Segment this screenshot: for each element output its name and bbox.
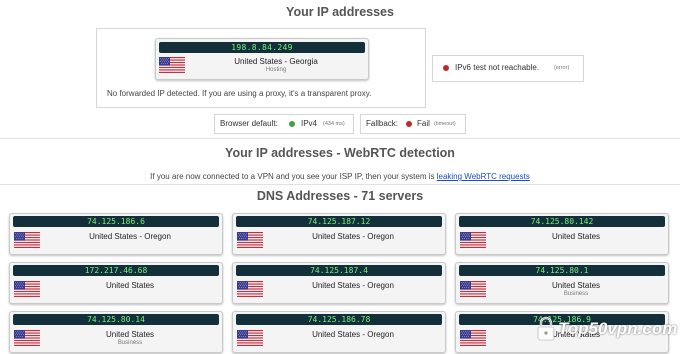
dns-sub: Business (563, 291, 589, 297)
dns-server-card: 74.125.80.1 United States Business (455, 262, 669, 304)
ip-card: 198.8.84.249 United States - Georgia Hos… (155, 38, 369, 80)
us-flag-icon (237, 232, 263, 248)
brand-watermark: Top50vpn.com (530, 315, 680, 345)
webrtc-leak-link[interactable]: leaking WebRTC requests (437, 172, 530, 181)
dns-server-card: 74.125.80.14 United States Business (9, 311, 223, 353)
dns-ip: 74.125.80.1 (459, 265, 665, 276)
page-title: Your IP addresses (286, 5, 394, 19)
us-flag-icon (460, 281, 486, 297)
dns-location: United States - Oregon (89, 232, 171, 241)
dns-server-card: 172.217.46.68 United States (9, 262, 223, 304)
dns-ip: 74.125.187.4 (236, 265, 442, 276)
dns-location: United States (105, 330, 155, 339)
ip-panel: 198.8.84.249 United States - Georgia Hos… (96, 28, 426, 108)
status-dot-icon (406, 121, 412, 127)
us-flag-icon (460, 232, 486, 248)
us-flag-icon (14, 232, 40, 248)
dns-ip: 74.125.80.14 (13, 314, 219, 325)
dns-ip: 74.125.187.12 (236, 216, 442, 227)
ipv6-tag: (error) (554, 65, 570, 71)
dns-location: United States (551, 232, 601, 241)
status-dot-icon (443, 65, 449, 71)
browser-default-value: IPv4 (301, 119, 318, 128)
fallback-box: Fallback: Fail (timeout) (360, 114, 466, 134)
dns-location: United States - Oregon (312, 330, 394, 339)
fallback-value: Fail (417, 119, 430, 128)
us-flag-icon (237, 281, 263, 297)
dns-server-card: 74.125.187.12 United States - Oregon (232, 213, 446, 255)
dns-server-card: 74.125.80.142 United States (455, 213, 669, 255)
ipv6-text: IPv6 test not reachable. (455, 63, 540, 72)
us-flag-icon (14, 330, 40, 346)
fallback-label: Fallback: (366, 119, 399, 128)
ip-type: Hosting (265, 67, 287, 73)
webrtc-note: If you are now connected to a VPN and yo… (0, 172, 680, 181)
dns-location: United States (105, 281, 155, 290)
status-dot-icon (289, 121, 295, 127)
dns-sub: Business (117, 340, 143, 346)
webrtc-title: Your IP addresses - WebRTC detection (225, 146, 455, 160)
dns-server-card: 74.125.186.78 United States - Oregon (232, 311, 446, 353)
brand-text: Top50vpn.com (558, 319, 678, 338)
dns-server-card: 74.125.186.6 United States - Oregon (9, 213, 223, 255)
browser-default-label: Browser default: (220, 119, 278, 128)
webrtc-note-text: If you are now connected to a VPN and yo… (150, 172, 435, 181)
dns-location: United States - Oregon (312, 232, 394, 241)
us-flag-icon (14, 281, 40, 297)
dns-ip: 74.125.186.78 (236, 314, 442, 325)
ipv6-status: IPv6 test not reachable. (error) (432, 55, 584, 82)
divider (0, 184, 680, 185)
dns-location: United States (551, 281, 601, 290)
browser-default-timing: (434 ms) (323, 121, 345, 127)
dns-location: United States - Oregon (312, 281, 394, 290)
dns-title: DNS Addresses - 71 servers (256, 189, 424, 203)
dns-ip: 74.125.186.6 (13, 216, 219, 227)
us-flag-icon (237, 330, 263, 346)
us-flag-icon (159, 57, 185, 73)
browser-default-box: Browser default: IPv4 (434 ms) (214, 114, 354, 134)
dns-ip: 172.217.46.68 (13, 265, 219, 276)
dns-ip: 74.125.80.142 (459, 216, 665, 227)
us-flag-icon (460, 330, 486, 346)
dns-server-card: 74.125.187.4 United States - Oregon (232, 262, 446, 304)
ip-address: 198.8.84.249 (159, 42, 365, 53)
proxy-note: No forwarded IP detected. If you are usi… (107, 89, 372, 98)
ip-location: United States - Georgia (234, 57, 318, 66)
fallback-timing: (timeout) (434, 121, 456, 127)
divider (0, 138, 680, 139)
